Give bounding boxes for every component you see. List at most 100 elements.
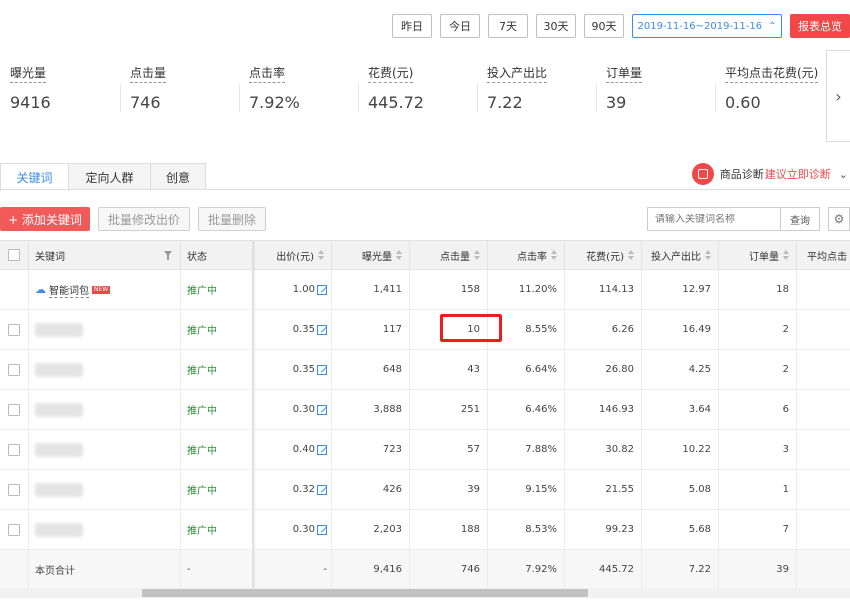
cell-bid[interactable]: 0.40: [253, 430, 331, 469]
cell-roi: 3.64: [641, 390, 718, 429]
metric-orders: 订单量 39: [596, 62, 716, 112]
keyword-name[interactable]: 智能词包: [49, 282, 89, 298]
search-button[interactable]: 查询: [780, 208, 819, 230]
edit-icon[interactable]: [317, 404, 327, 415]
gear-icon[interactable]: ⚙: [828, 207, 850, 231]
diagnosis-link[interactable]: 建议立即诊断: [765, 166, 831, 182]
edit-icon[interactable]: [317, 484, 327, 495]
edit-icon[interactable]: [317, 364, 327, 375]
cell-clicks-value: 251: [460, 404, 480, 415]
cell-cost-value: 6.26: [611, 324, 634, 335]
cell-roi-value: 4.25: [688, 364, 711, 375]
row-checkbox[interactable]: [0, 510, 28, 549]
date-range-picker[interactable]: 2019-11-16~2019-11-16 ⌃: [632, 14, 782, 38]
date-30days-button[interactable]: 30天: [536, 14, 576, 38]
edit-icon[interactable]: [317, 444, 327, 455]
cell-ctr-value: 7.92%: [525, 564, 557, 575]
cell-ctr-value: 11.20%: [518, 284, 557, 295]
cell-orders-value: 2: [782, 324, 789, 335]
cell-orders-value: 6: [782, 404, 789, 415]
cell-ctr: 7.92%: [487, 550, 564, 589]
col-impressions[interactable]: 曝光量: [331, 241, 409, 269]
smart-keyword-pack[interactable]: ☁ 智能词包 NEW: [35, 282, 111, 298]
cell-bid[interactable]: 0.35: [253, 310, 331, 349]
cell-ctr-value: 7.88%: [525, 444, 557, 455]
cell-avg-cpc: [796, 510, 850, 549]
row-checkbox[interactable]: [0, 310, 28, 349]
row-checkbox[interactable]: [0, 390, 28, 429]
batch-edit-bid-button[interactable]: 批量修改出价: [98, 207, 190, 231]
cell-bid[interactable]: 0.30: [253, 390, 331, 429]
cell-clicks-value: 39: [467, 484, 480, 495]
row-checkbox[interactable]: [0, 350, 28, 389]
cell-orders: 18: [718, 270, 796, 309]
metric-value: 7.92%: [249, 93, 300, 112]
cell-roi-value: 12.97: [682, 284, 711, 295]
frozen-column-shadow: [252, 270, 256, 309]
col-avg-cpc[interactable]: 平均点击: [796, 241, 850, 269]
col-roi[interactable]: 投入产出比: [641, 241, 718, 269]
cell-status: 推广中: [180, 310, 253, 349]
cell-impressions-value: 3,888: [373, 404, 402, 415]
checkbox[interactable]: [8, 363, 20, 376]
cell-orders: 6: [718, 390, 796, 429]
date-90days-button[interactable]: 90天: [584, 14, 624, 38]
date-today-button[interactable]: 今日: [440, 14, 480, 38]
select-all-checkbox[interactable]: [0, 241, 28, 269]
cell-orders-value: 39: [776, 564, 789, 575]
edit-icon[interactable]: [317, 524, 327, 535]
checkbox[interactable]: [8, 523, 20, 536]
col-label: 点击率: [517, 251, 547, 263]
col-ctr[interactable]: 点击率: [487, 241, 564, 269]
col-orders[interactable]: 订单量: [718, 241, 796, 269]
cell-roi: 16.49: [641, 310, 718, 349]
add-keyword-button[interactable]: + 添加关键词: [0, 207, 90, 231]
cell-bid[interactable]: 1.00: [253, 270, 331, 309]
edit-icon[interactable]: [317, 284, 327, 295]
cell-impressions-value: 648: [382, 364, 402, 375]
col-bid[interactable]: 出价(元): [253, 241, 331, 269]
tab-target-audience[interactable]: 定向人群: [68, 163, 151, 190]
chevron-down-icon[interactable]: ⌄: [839, 168, 848, 181]
col-keyword[interactable]: 关键词: [28, 241, 180, 269]
col-cost[interactable]: 花费(元): [564, 241, 641, 269]
frozen-column-shadow: [252, 550, 256, 589]
edit-icon[interactable]: [317, 324, 327, 335]
date-yesterday-button[interactable]: 昨日: [392, 14, 432, 38]
cell-bid-value: 0.40: [292, 444, 315, 455]
cell-cost: 445.72: [564, 550, 641, 589]
metrics-next-button[interactable]: ›: [826, 50, 850, 142]
keyword-search-input[interactable]: [648, 213, 780, 225]
horizontal-scrollbar[interactable]: [0, 588, 850, 598]
cell-bid[interactable]: 0.32: [253, 470, 331, 509]
row-checkbox[interactable]: [0, 470, 28, 509]
cell-orders-value: 18: [776, 284, 789, 295]
sort-icon: [783, 250, 789, 260]
scrollbar-thumb[interactable]: [142, 589, 588, 597]
checkbox[interactable]: [8, 483, 20, 496]
cell-ctr: 6.46%: [487, 390, 564, 429]
col-clicks[interactable]: 点击量: [409, 241, 487, 269]
cell-clicks: 158: [409, 270, 487, 309]
checkbox[interactable]: [8, 323, 20, 336]
cell-bid[interactable]: 0.35: [253, 350, 331, 389]
row-checkbox[interactable]: [0, 430, 28, 469]
tab-creative[interactable]: 创意: [150, 163, 206, 190]
batch-delete-button[interactable]: 批量删除: [198, 207, 266, 231]
checkbox[interactable]: [8, 403, 20, 416]
product-diagnosis[interactable]: 商品诊断 建议立即诊断 ⌄: [691, 163, 850, 185]
filter-icon[interactable]: [164, 251, 172, 260]
report-overview-button[interactable]: 报表总览: [790, 14, 850, 38]
checkbox[interactable]: [8, 443, 20, 456]
col-label: 曝光量: [362, 251, 392, 263]
tab-keywords[interactable]: 关键词: [0, 163, 69, 191]
cell-bid[interactable]: 0.30: [253, 510, 331, 549]
chevron-right-icon: ›: [835, 86, 842, 106]
frozen-column-shadow: [252, 241, 256, 269]
metric-avg-cpc: 平均点击花费(元) 0.60: [715, 62, 826, 112]
cell-roi: 5.68: [641, 510, 718, 549]
cell-orders: 2: [718, 350, 796, 389]
sort-icon: [396, 250, 402, 260]
date-7days-button[interactable]: 7天: [488, 14, 528, 38]
table-header: 关键词 状态 出价(元) 曝光量 点击量 点击率 花费(元) 投入产出比 订单量…: [0, 240, 850, 270]
